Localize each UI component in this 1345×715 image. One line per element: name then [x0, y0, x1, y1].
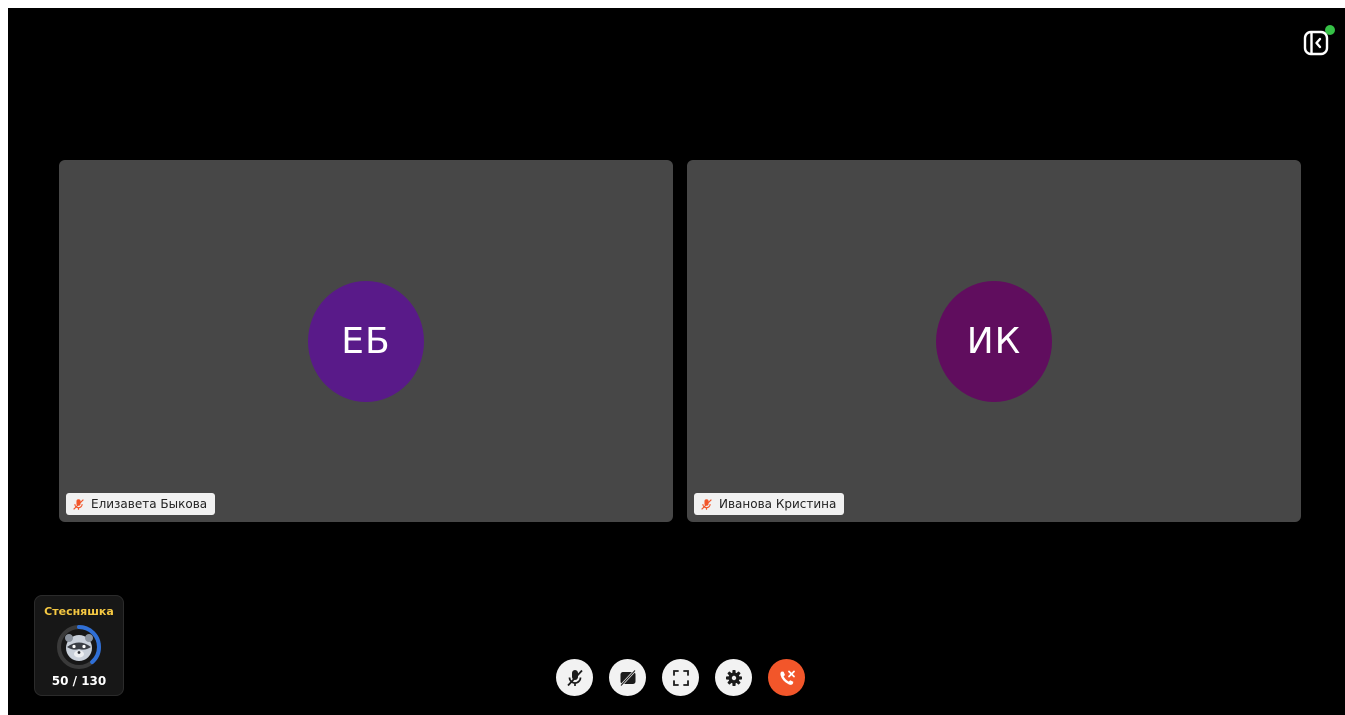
achievement-title: Стесняшка [44, 605, 114, 618]
online-status-dot [1325, 25, 1335, 35]
panel-collapse-icon[interactable] [1303, 30, 1329, 56]
participant-name: Иванова Кристина [719, 497, 837, 511]
participant-tile[interactable]: ЕБ Елизавета Быкова [59, 160, 673, 522]
mic-off-icon [565, 668, 585, 688]
participant-name-tag: Елизавета Быкова [66, 493, 216, 515]
raccoon-icon [65, 634, 93, 661]
mute-toggle-button[interactable] [556, 659, 593, 696]
participant-tile[interactable]: ИК Иванова Кристина [687, 160, 1301, 522]
achievement-count: 50 / 130 [51, 674, 107, 688]
end-call-icon [777, 668, 797, 688]
fullscreen-button[interactable] [662, 659, 699, 696]
settings-button[interactable] [715, 659, 752, 696]
mic-off-icon [700, 498, 713, 511]
participant-avatar: ИК [936, 281, 1052, 402]
fullscreen-icon [671, 668, 691, 688]
end-call-button[interactable] [768, 659, 805, 696]
participant-name: Елизавета Быкова [91, 497, 208, 511]
camera-toggle-button[interactable] [609, 659, 646, 696]
video-call-screen: ЕБ Елизавета Быкова ИК Иванова Кристина … [8, 8, 1345, 715]
call-controls [556, 659, 805, 696]
achievement-card[interactable]: Стесняшка 50 / 130 [34, 595, 124, 696]
participant-avatar: ЕБ [308, 281, 424, 402]
mic-off-icon [72, 498, 85, 511]
gear-icon [724, 668, 744, 688]
achievement-progress-ring [56, 624, 102, 670]
camera-off-icon [618, 668, 638, 688]
participant-name-tag: Иванова Кристина [694, 493, 845, 515]
